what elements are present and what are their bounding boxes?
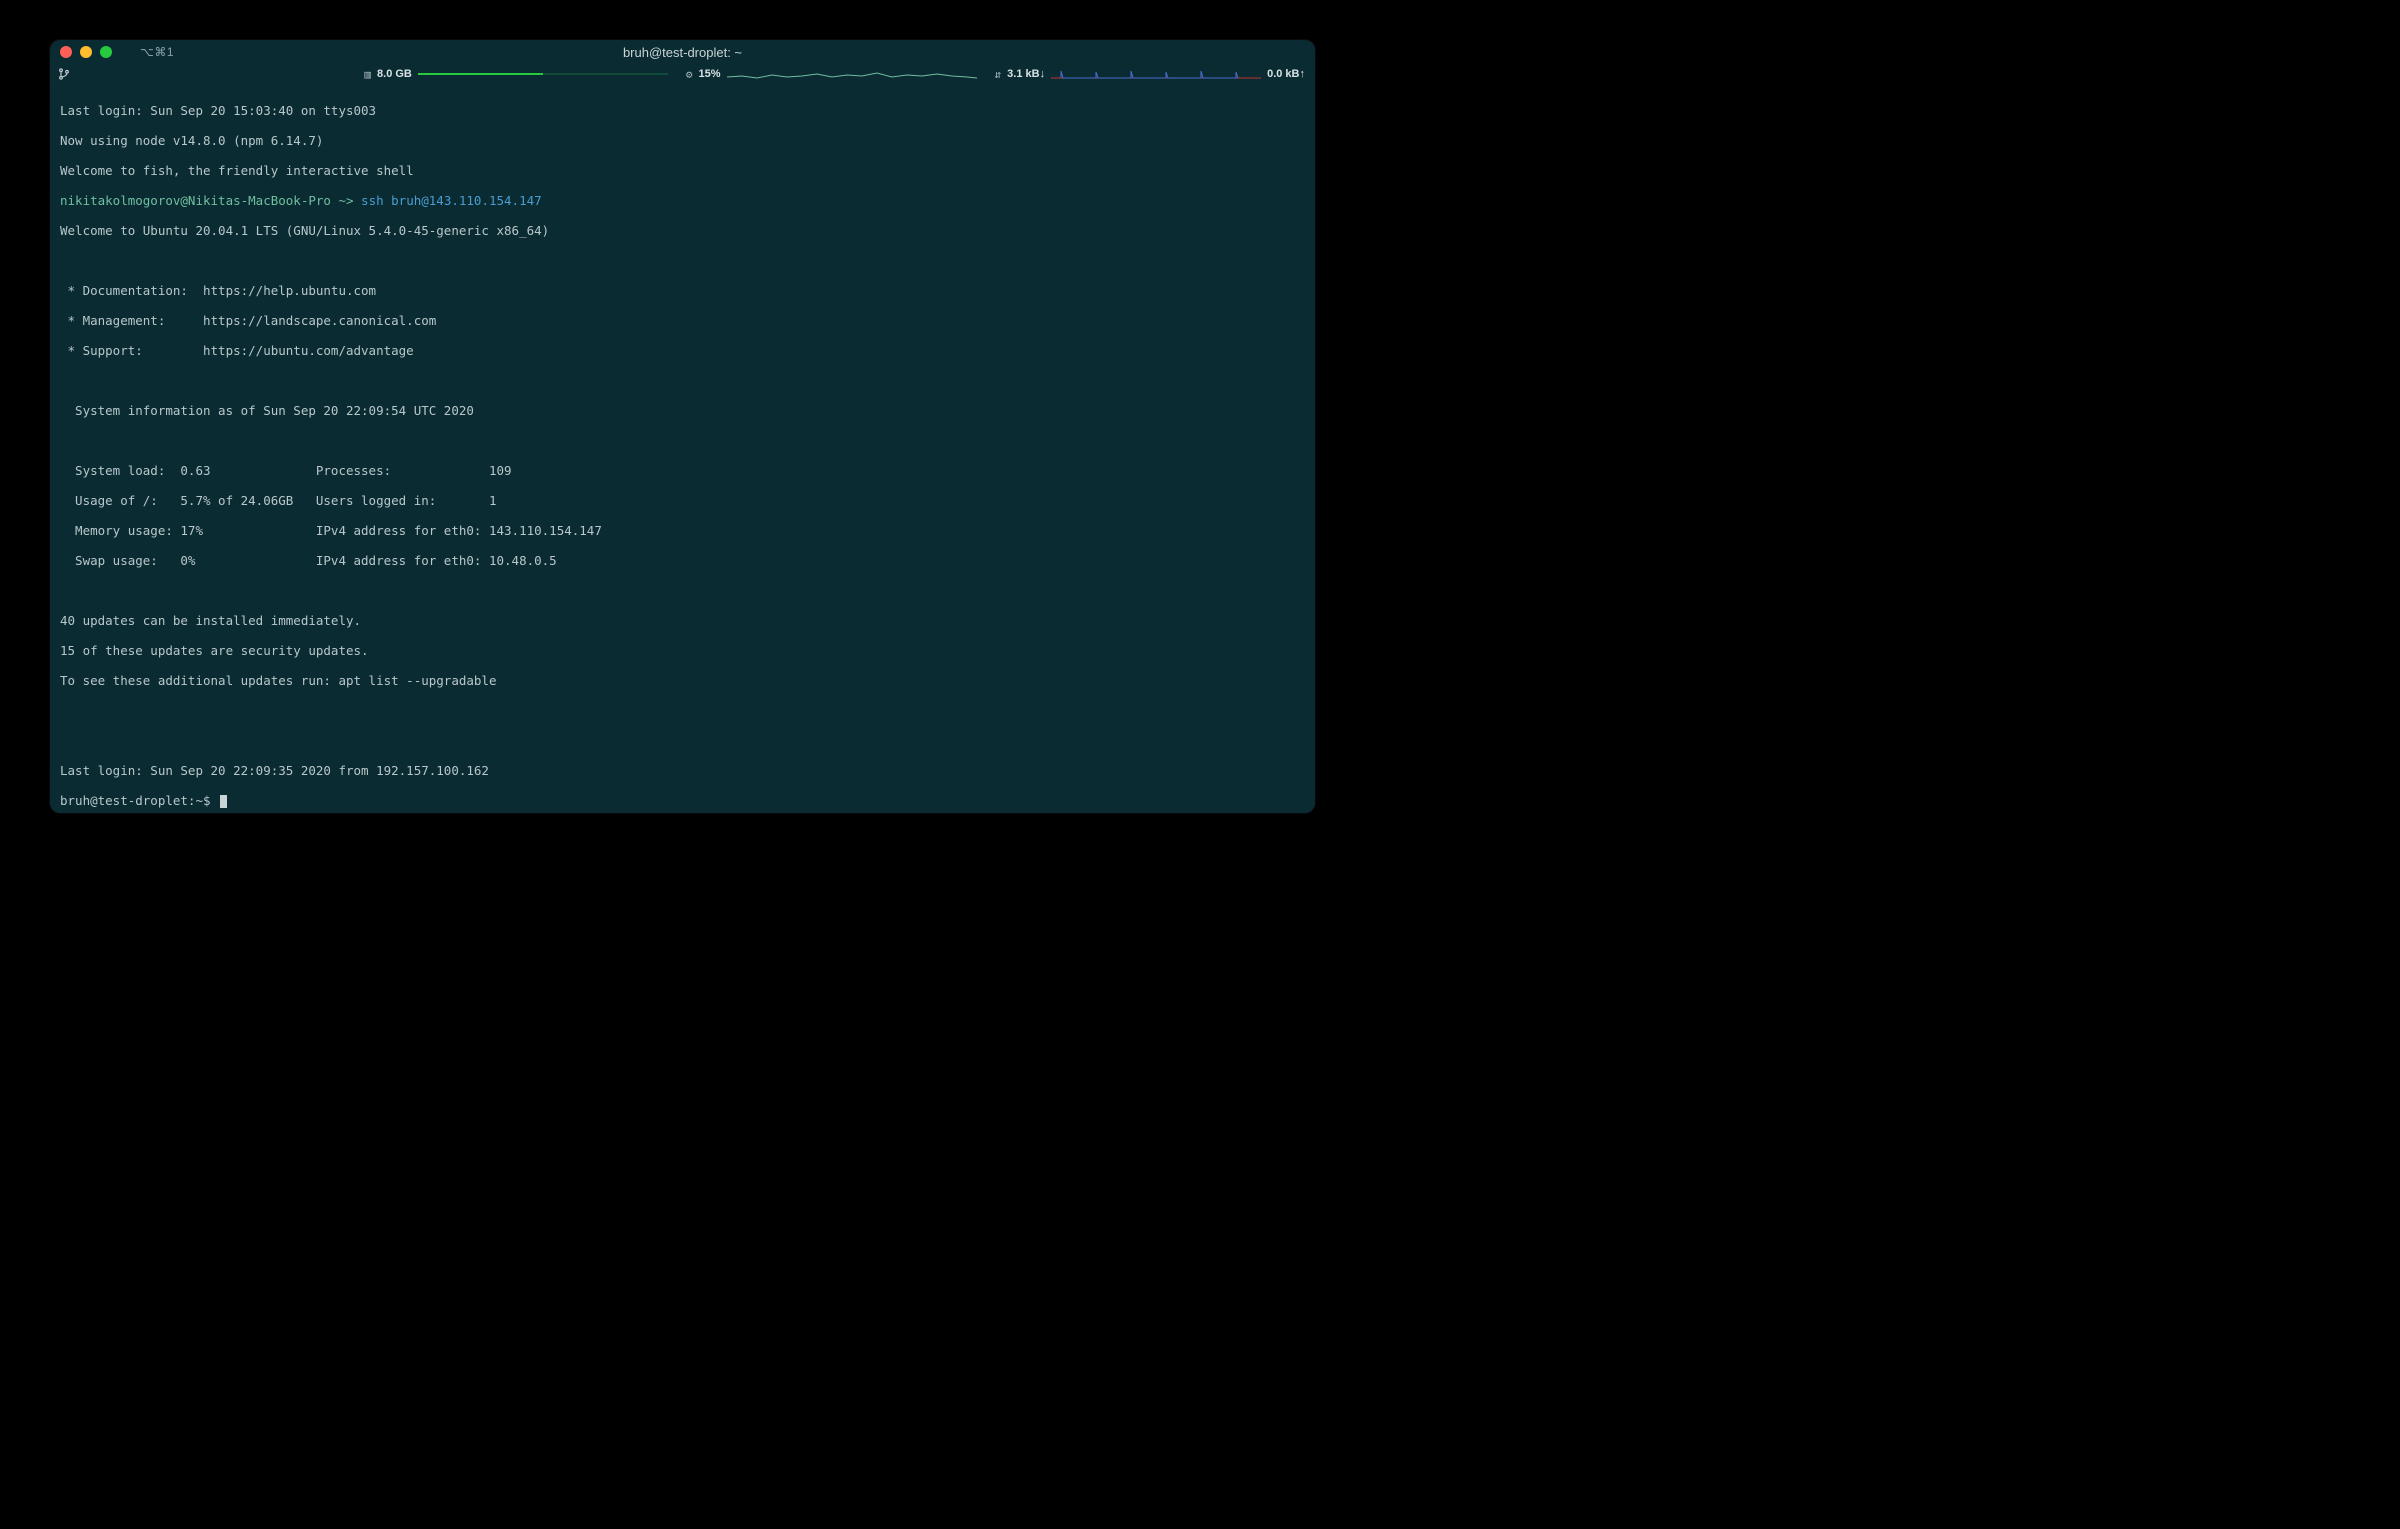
command-ssh: ssh (361, 193, 384, 208)
minimize-button[interactable] (80, 46, 92, 58)
terminal-window: ⌥⌘1 bruh@test-droplet: ~ ▥ 8.0 GB ⚙ 15% (50, 40, 1315, 813)
window-shortcut-label: ⌥⌘1 (140, 45, 174, 59)
maximize-button[interactable] (100, 46, 112, 58)
terminal-line (60, 733, 1305, 748)
terminal-line (60, 433, 1305, 448)
cursor (220, 795, 227, 808)
memory-icon: ▥ (364, 68, 371, 81)
network-status: ⇵ 3.1 kB↓ 0.0 kB↑ (995, 67, 1305, 81)
terminal-prompt-line: bruh@test-droplet:~$ (60, 793, 1305, 808)
terminal-line: System information as of Sun Sep 20 22:0… (60, 403, 1305, 418)
terminal-line: 15 of these updates are security updates… (60, 643, 1305, 658)
terminal-line: Last login: Sun Sep 20 15:03:40 on ttys0… (60, 103, 1305, 118)
terminal-line: Welcome to Ubuntu 20.04.1 LTS (GNU/Linux… (60, 223, 1305, 238)
terminal-body[interactable]: Last login: Sun Sep 20 15:03:40 on ttys0… (50, 84, 1315, 813)
command-target: bruh@143.110.154.147 (384, 193, 542, 208)
network-up-label: 0.0 kB↑ (1267, 68, 1305, 80)
terminal-prompt-line: nikitakolmogorov@Nikitas-MacBook-Pro ~> … (60, 193, 1305, 208)
cpu-label: 15% (699, 68, 721, 80)
window-title: bruh@test-droplet: ~ (50, 45, 1315, 60)
terminal-line: Welcome to fish, the friendly interactiv… (60, 163, 1305, 178)
terminal-line: Swap usage: 0% IPv4 address for eth0: 10… (60, 553, 1305, 568)
terminal-line: * Management: https://landscape.canonica… (60, 313, 1305, 328)
prompt-separator: ~> (331, 193, 361, 208)
terminal-line: To see these additional updates run: apt… (60, 673, 1305, 688)
terminal-line (60, 373, 1305, 388)
cpu-sparkline (727, 67, 977, 81)
terminal-line: Usage of /: 5.7% of 24.06GB Users logged… (60, 493, 1305, 508)
close-button[interactable] (60, 46, 72, 58)
terminal-line: * Documentation: https://help.ubuntu.com (60, 283, 1305, 298)
network-down-label: 3.1 kB↓ (1007, 68, 1045, 80)
terminal-line: Now using node v14.8.0 (npm 6.14.7) (60, 133, 1305, 148)
terminal-line (60, 253, 1305, 268)
shell-prompt: bruh@test-droplet:~$ (60, 793, 218, 808)
network-sparkline (1051, 67, 1261, 81)
terminal-line: Memory usage: 17% IPv4 address for eth0:… (60, 523, 1305, 538)
prompt-user: nikitakolmogorov@Nikitas-MacBook-Pro (60, 193, 331, 208)
terminal-line (60, 703, 1305, 718)
memory-bar (418, 73, 668, 75)
memory-status: ▥ 8.0 GB (364, 68, 667, 81)
git-branch-icon (58, 68, 70, 80)
terminal-line: System load: 0.63 Processes: 109 (60, 463, 1305, 478)
terminal-line: Last login: Sun Sep 20 22:09:35 2020 fro… (60, 763, 1305, 778)
terminal-line: 40 updates can be installed immediately. (60, 613, 1305, 628)
terminal-line: * Support: https://ubuntu.com/advantage (60, 343, 1305, 358)
statusbar: ▥ 8.0 GB ⚙ 15% ⇵ 3.1 kB↓ 0.0 kB↑ (50, 64, 1315, 84)
traffic-lights (60, 46, 112, 58)
titlebar[interactable]: ⌥⌘1 bruh@test-droplet: ~ (50, 40, 1315, 64)
memory-label: 8.0 GB (377, 68, 412, 80)
cpu-icon: ⚙ (686, 68, 693, 81)
terminal-line (60, 583, 1305, 598)
cpu-status: ⚙ 15% (686, 67, 977, 81)
network-icon: ⇵ (995, 68, 1002, 81)
